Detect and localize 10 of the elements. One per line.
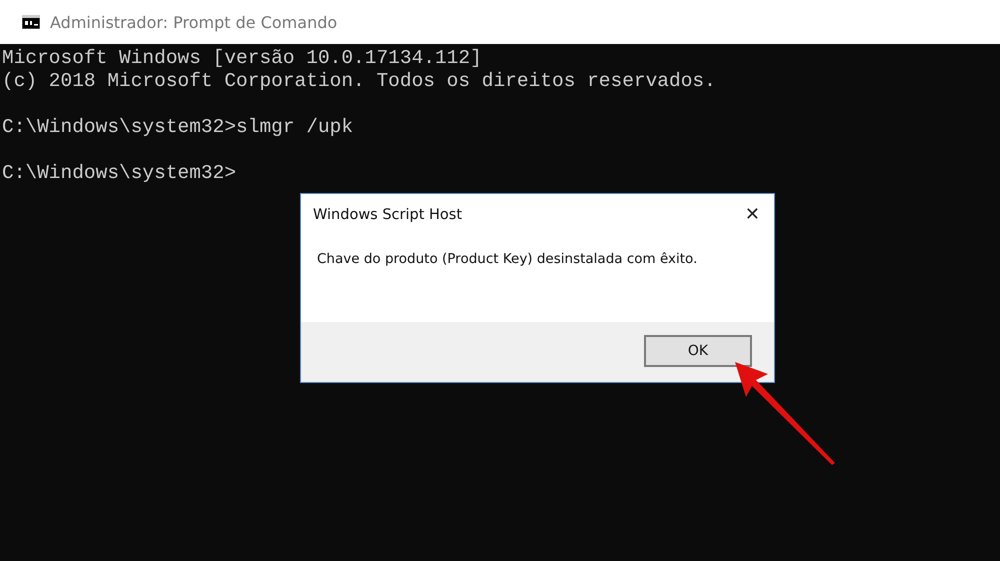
console-line: C:\Windows\system32>slmgr /upk (2, 116, 354, 139)
dialog-message: Chave do produto (Product Key) desinstalada com êxito. (316, 250, 698, 269)
console-icon (22, 15, 40, 29)
console-line: C:\Windows\system32> (2, 162, 238, 185)
console-line: Microsoft Windows [versão 10.0.17134.112] (2, 47, 483, 70)
dialog-title: Windows Script Host (313, 206, 462, 222)
console-line: (c) 2018 Microsoft Corporation. Todos os direitos reservados. (2, 70, 717, 93)
window-title: Administrador: Prompt de Comando (50, 12, 338, 32)
close-button[interactable]: ✕ (744, 204, 760, 225)
ok-button[interactable]: OK (644, 335, 752, 367)
